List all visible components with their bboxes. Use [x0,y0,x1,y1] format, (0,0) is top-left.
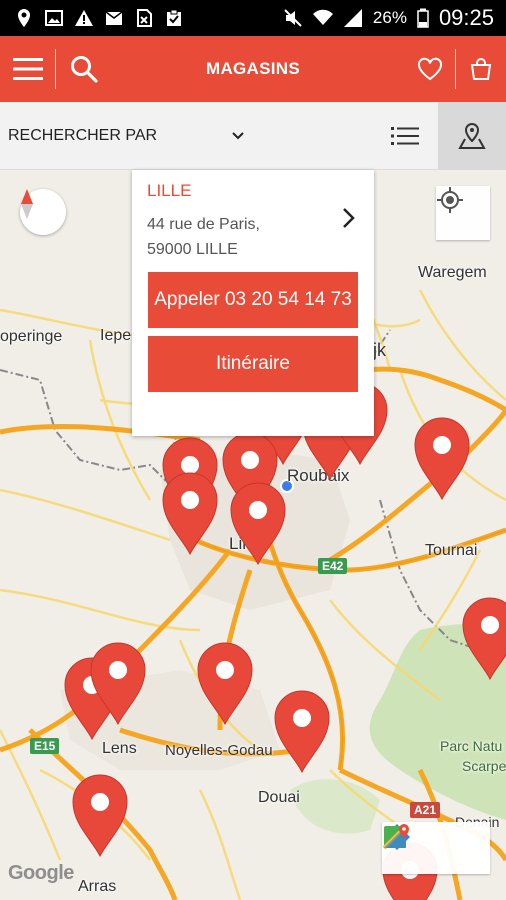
compass-icon [21,189,33,219]
page-title: MAGASINS [205,59,300,78]
google-maps-icon [382,824,409,850]
status-bar: 26% 09:25 [0,0,506,36]
store-info-popup: LILLE 44 rue de Paris, 59000 LILLE Appel… [132,170,374,436]
heart-icon [417,57,443,81]
search-icon [70,56,98,83]
map-pin-icon [458,122,486,149]
clock: 09:25 [438,5,494,30]
chevron-down-icon [232,131,244,139]
sim-icon [137,9,152,27]
warning-icon [75,10,93,26]
filter-bar: RECHERCHER PAR [0,101,506,170]
store-marker[interactable] [462,597,506,681]
store-marker[interactable] [162,472,218,556]
menu-button[interactable] [0,36,55,102]
search-button[interactable] [56,36,111,102]
app-bar: MAGASINS [0,36,506,102]
wifi-icon [312,9,333,25]
address-line: 59000 LILLE [147,241,238,258]
list-icon [391,126,419,145]
store-city: LILLE [147,181,192,200]
battery-level: 26% [372,8,407,27]
my-location-button[interactable] [436,186,490,240]
google-attribution: Google [8,862,74,884]
wishlist-button[interactable] [405,36,455,102]
hamburger-icon [12,58,43,80]
image-icon [45,10,63,26]
open-in-maps-button[interactable] [382,822,490,874]
chevron-right-icon[interactable] [338,206,358,230]
map-actions [382,822,490,874]
cart-button[interactable] [456,36,506,102]
directions-route-button[interactable]: Itinéraire [148,336,358,392]
mute-icon [284,9,302,27]
store-address: 44 rue de Paris, 59000 LILLE [147,212,260,262]
clipboard-check-icon [167,9,181,26]
map-view-button[interactable] [438,101,506,170]
store-marker[interactable] [414,417,470,501]
search-by-label: RECHERCHER PAR [8,126,158,144]
compass-button[interactable] [20,189,66,235]
signal-icon [343,9,362,27]
shopping-bag-icon [470,58,492,80]
mail-icon [105,11,123,25]
crosshair-icon [437,187,463,213]
store-marker[interactable] [230,482,286,566]
list-view-button[interactable] [372,102,438,170]
store-marker[interactable] [72,774,128,858]
store-marker[interactable] [274,690,330,774]
battery-icon [417,8,429,28]
location-icon [18,9,30,27]
search-by-dropdown[interactable]: RECHERCHER PAR [0,127,250,145]
address-line: 44 rue de Paris, [147,216,260,233]
call-store-button[interactable]: Appeler 03 20 54 14 73 [148,272,358,328]
store-marker[interactable] [197,642,253,726]
